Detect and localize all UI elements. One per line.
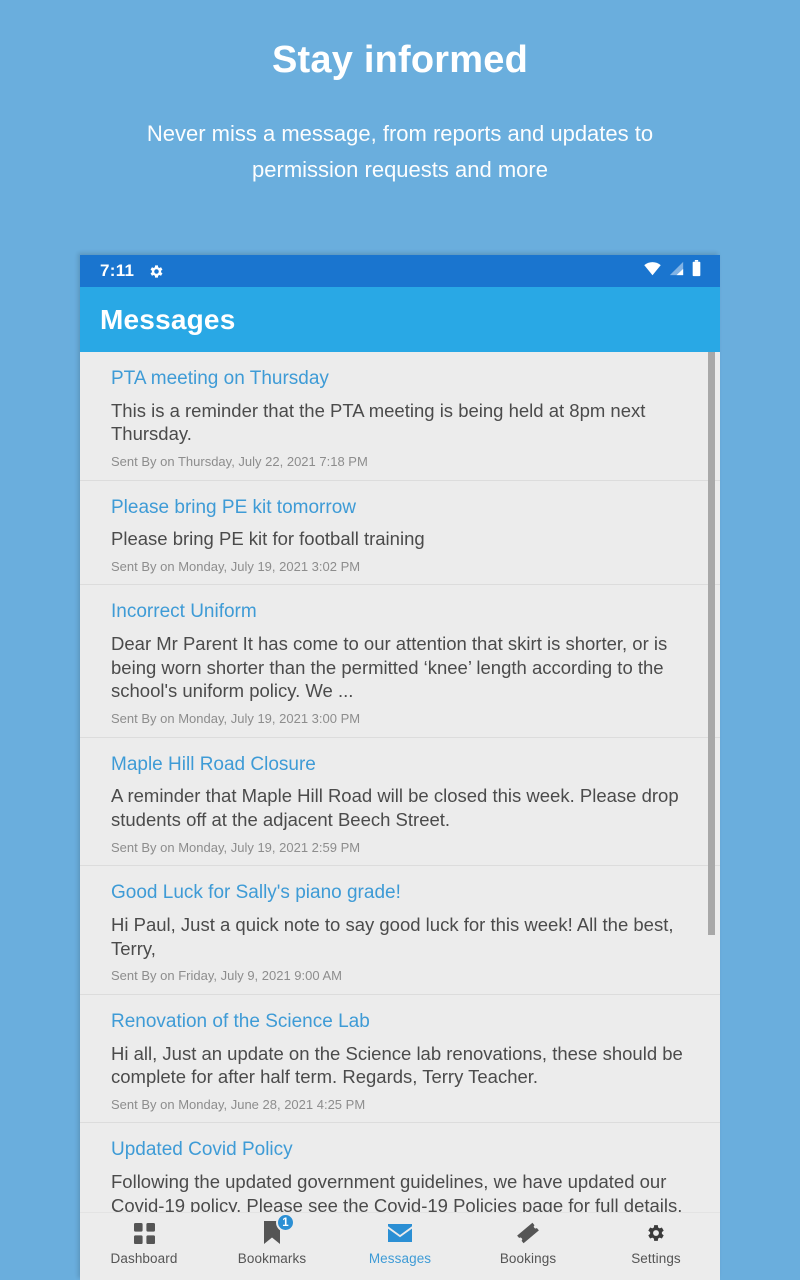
message-title: Please bring PE kit tomorrow [111,496,356,518]
status-indicators [643,260,702,282]
envelope-icon [388,1221,412,1245]
message-body: Following the updated government guideli… [111,1171,683,1212]
message-title: Incorrect Uniform [111,601,257,623]
bookmark-icon: 1 [263,1213,295,1245]
message-title: Maple Hill Road Closure [111,753,316,775]
nav-item-settings[interactable]: Settings [592,1221,720,1266]
ticket-icon [516,1221,540,1245]
message-meta: Sent By on Friday, July 9, 2021 9:00 AM [111,968,342,984]
page-title: Stay informed [272,39,528,81]
message-list[interactable]: PTA meeting on Thursday This is a remind… [80,352,720,1212]
message-meta: Sent By on Monday, July 19, 2021 2:59 PM [111,839,361,855]
grid-icon [133,1221,155,1245]
promo-subtitle: Never miss a message, from reports and u… [146,120,654,183]
list-item[interactable]: Renovation of the Science Lab Hi all, Ju… [80,994,720,1124]
message-meta: Sent By on Thursday, July 22, 2021 7:18 … [111,453,368,469]
list-item[interactable]: Maple Hill Road Closure A reminder that … [80,737,720,867]
phone-screen: 7:11 Messages PTA meeting on Thursday Th… [80,255,720,1280]
promo-header: Stay informed Never miss a message, from… [0,0,800,188]
message-body: A reminder that Maple Hill Road will be … [111,785,679,831]
wifi-icon [643,261,662,281]
message-body: Please bring PE kit for football trainin… [111,528,425,550]
gear-icon [645,1221,667,1245]
list-item[interactable]: PTA meeting on Thursday This is a remind… [80,352,720,481]
nav-item-messages[interactable]: Messages [336,1221,464,1266]
app-bar-title: Messages [100,303,236,335]
battery-icon [691,260,702,282]
nav-label: Bookings [499,1251,557,1266]
list-item[interactable]: Good Luck for Sally's piano grade! Hi Pa… [80,866,720,995]
gear-icon [148,263,165,280]
message-title: Renovation of the Science Lab [111,1010,370,1032]
nav-label: Dashboard [110,1251,178,1266]
message-meta: Sent By on Monday, July 19, 2021 3:02 PM [111,558,361,574]
list-item[interactable]: Updated Covid Policy Following the updat… [80,1123,720,1212]
bottom-navigation: Dashboard 1 Bookmarks Messages Bookings … [80,1212,720,1280]
badge-count: 1 [276,1213,295,1232]
status-bar: 7:11 [80,255,720,287]
nav-item-dashboard[interactable]: Dashboard [80,1221,208,1266]
message-meta: Sent By on Monday, June 28, 2021 4:25 PM [111,1096,366,1112]
cellular-signal-icon [668,261,685,281]
list-item[interactable]: Incorrect Uniform Dear Mr Parent It has … [80,585,720,738]
nav-item-bookings[interactable]: Bookings [464,1221,592,1266]
nav-item-bookmarks[interactable]: 1 Bookmarks [208,1213,336,1266]
message-body: Hi Paul, Just a quick note to say good l… [111,913,674,959]
message-body: Hi all, Just an update on the Science la… [111,1042,683,1088]
message-body: Dear Mr Parent It has come to our attent… [111,633,668,702]
nav-label: Bookmarks [237,1251,307,1266]
nav-label: Messages [368,1251,432,1266]
message-title: PTA meeting on Thursday [111,368,329,389]
list-item[interactable]: Please bring PE kit tomorrow Please brin… [80,480,720,586]
status-time: 7:11 [100,261,135,280]
nav-label: Settings [631,1251,681,1266]
message-title: Updated Covid Policy [111,1139,293,1161]
app-bar: Messages [80,287,720,352]
message-body: This is a reminder that the PTA meeting … [111,399,646,445]
message-meta: Sent By on Monday, July 19, 2021 3:00 PM [111,711,361,727]
scrollbar[interactable] [708,352,715,935]
message-title: Good Luck for Sally's piano grade! [111,882,401,904]
